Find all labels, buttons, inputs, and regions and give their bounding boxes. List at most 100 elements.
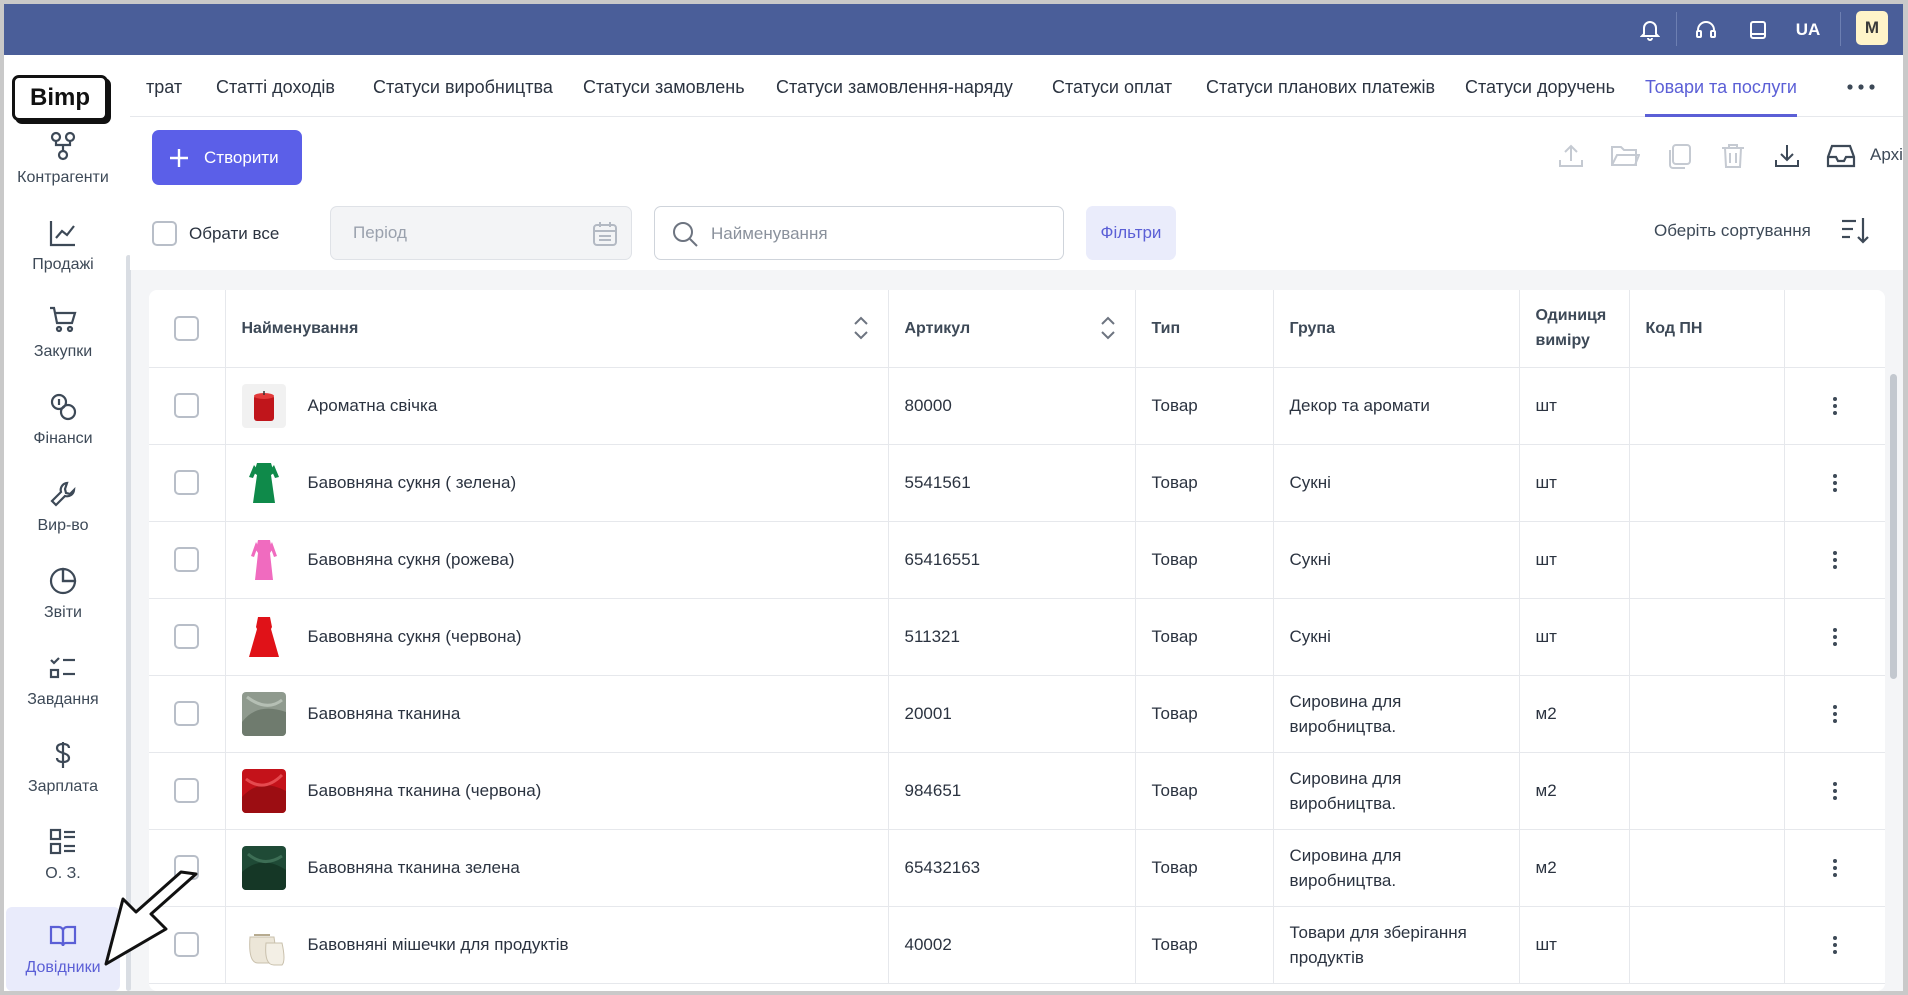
row-checkbox-cell[interactable] [149,675,226,753]
sidebar-item-sales[interactable]: Продажі [6,204,120,288]
row-checkbox[interactable] [174,624,200,649]
row-actions[interactable] [1784,598,1885,676]
sidebar-item-purchases[interactable]: Закупки [6,291,120,375]
avatar[interactable]: M [1856,11,1888,45]
table-row[interactable]: Бавовняна тканина зелена 65432163 Товар … [149,829,1885,907]
cell-sku: 65432163 [888,829,1136,907]
table-row[interactable]: Бавовняна сукня (червона) 511321 Товар С… [149,598,1885,676]
select-all-checkbox[interactable] [152,221,177,246]
search-input[interactable] [711,219,1051,249]
create-button[interactable]: Створити [152,130,302,185]
kebab-menu-icon[interactable] [1801,473,1870,492]
row-actions[interactable] [1784,675,1885,753]
kebab-menu-icon[interactable] [1801,704,1870,723]
tab-expense-items[interactable]: трат [146,55,182,117]
sidebar-item-contractors[interactable]: Контрагенти [6,117,120,201]
copy-icon[interactable] [1662,139,1696,173]
tab-order-statuses[interactable]: Статуси замовлень [583,55,745,117]
tab-goods-and-services[interactable]: Товари та послуги [1645,55,1797,117]
sort-selector[interactable]: Оберіть сортування [1654,221,1811,241]
row-actions[interactable] [1784,367,1885,445]
select-all[interactable]: Обрати все [152,221,279,246]
row-actions[interactable] [1784,444,1885,522]
cell-name[interactable]: Бавовняна сукня (рожева) [225,521,889,599]
table-row[interactable]: Бавовняна тканина 20001 Товар Сировина д… [149,675,1885,753]
tab-work-order-statuses[interactable]: Статуси замовлення-наряду [776,55,1013,117]
search-field[interactable] [654,206,1064,260]
archive-icon[interactable] [1824,139,1858,173]
tab-income-items[interactable]: Статті доходів [216,55,335,117]
kebab-menu-icon[interactable] [1801,781,1870,800]
header-sku[interactable]: Артикул [888,290,1136,368]
archive-label[interactable]: Архів [1870,145,1903,165]
cell-name[interactable]: Бавовняна тканина зелена [225,829,889,907]
cell-name[interactable]: Ароматна свічка [225,367,889,445]
header-checkbox[interactable] [174,315,200,341]
sidebar-item-tasks[interactable]: Завдання [6,639,120,723]
row-actions[interactable] [1784,829,1885,907]
headset-icon[interactable] [1690,14,1722,46]
tab-production-statuses[interactable]: Статуси виробництва [373,55,553,117]
row-checkbox[interactable] [174,701,200,726]
sidebar-item-salary[interactable]: Зарплата [6,726,120,810]
tasks-icon [49,657,75,679]
download-icon[interactable] [1770,139,1804,173]
cell-name[interactable]: Бавовняна тканина (червона) [225,752,889,830]
row-checkbox-cell[interactable] [149,752,226,830]
kebab-menu-icon[interactable] [1801,627,1870,646]
filters-button[interactable]: Фільтри [1086,206,1176,260]
tab-planned-payment-statuses[interactable]: Статуси планових платежів [1206,55,1435,117]
divider [1676,12,1677,46]
row-actions[interactable] [1784,752,1885,830]
cell-name[interactable]: Бавовняна сукня ( зелена) [225,444,889,522]
table-row[interactable]: Бавовняна сукня (рожева) 65416551 Товар … [149,521,1885,599]
bimp-logo[interactable]: Bimp [12,75,108,121]
upload-icon[interactable] [1554,139,1588,173]
sort-arrows-icon[interactable] [852,314,870,342]
tab-payment-statuses[interactable]: Статуси оплат [1052,55,1172,117]
cell-group: Сукні [1273,598,1520,676]
table-row[interactable]: Бавовняна сукня ( зелена) 5541561 Товар … [149,444,1885,522]
trash-icon[interactable] [1716,139,1750,173]
row-checkbox[interactable] [174,547,200,572]
kebab-menu-icon[interactable] [1801,550,1870,569]
sort-arrows-icon[interactable] [1099,314,1117,342]
table-row[interactable]: Бавовняні мішечки для продуктів 40002 То… [149,906,1885,984]
sidebar-item-reports[interactable]: Звіти [6,552,120,636]
tab-assignment-statuses[interactable]: Статуси доручень [1465,55,1615,117]
header-checkbox-cell[interactable] [149,290,226,368]
product-name: Ароматна свічка [307,396,438,415]
dollar-icon [55,742,71,768]
header-name[interactable]: Найменування [225,290,889,368]
bell-icon[interactable] [1634,14,1666,46]
row-actions[interactable] [1784,521,1885,599]
period-picker[interactable]: Період [330,206,632,260]
cell-name[interactable]: Бавовняні мішечки для продуктів [225,906,889,984]
table-scrollbar[interactable] [1890,374,1897,679]
row-checkbox-cell[interactable] [149,598,226,676]
product-thumbnail [241,768,286,813]
kebab-menu-icon[interactable] [1801,396,1870,415]
sidebar-item-finance[interactable]: Фінанси [6,378,120,462]
sort-icon[interactable] [1840,215,1870,245]
row-checkbox-cell[interactable] [149,521,226,599]
cell-name[interactable]: Бавовняна тканина [225,675,889,753]
product-thumbnail [242,461,286,505]
table-row[interactable]: Бавовняна тканина (червона) 984651 Товар… [149,752,1885,830]
row-checkbox-cell[interactable] [149,367,226,445]
kebab-menu-icon[interactable] [1801,935,1870,954]
language-switch[interactable]: UA [1788,14,1828,46]
row-actions[interactable] [1784,906,1885,984]
kebab-menu-icon[interactable] [1801,858,1870,877]
cell-name[interactable]: Бавовняна сукня (червона) [225,598,889,676]
row-checkbox-cell[interactable] [149,444,226,522]
row-checkbox[interactable] [174,778,200,803]
row-checkbox[interactable] [174,470,200,495]
more-tabs-icon[interactable] [1844,77,1878,97]
divider [1840,12,1841,46]
folder-icon[interactable] [1608,139,1642,173]
row-checkbox[interactable] [174,393,200,418]
table-row[interactable]: Ароматна свічка 80000 Товар Декор та аро… [149,367,1885,445]
sidebar-item-production[interactable]: Вир-во [6,465,120,549]
book-icon[interactable] [1742,14,1774,46]
